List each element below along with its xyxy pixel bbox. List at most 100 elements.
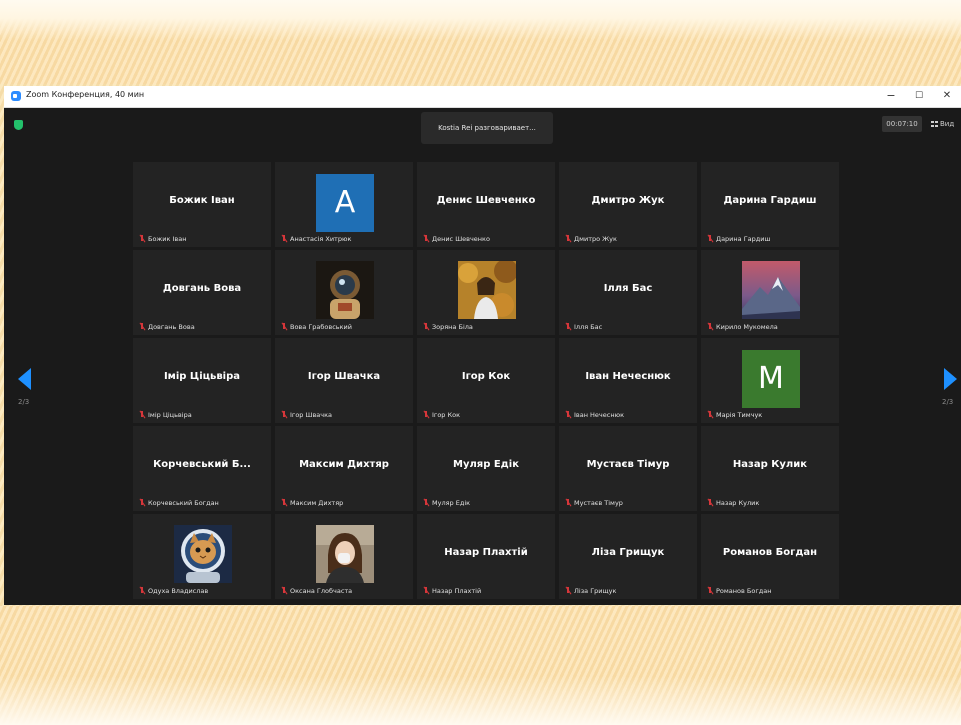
page-indicator-left: 2/3 — [18, 398, 30, 406]
participant-tile[interactable]: Романов Богдан Романов Богдан — [701, 514, 839, 599]
muted-mic-icon — [281, 587, 287, 595]
zoom-window: Zoom Конференция, 40 мин − ☐ ✕ Kostia Re… — [4, 86, 961, 605]
participant-label: Іван Нечеснюк — [565, 410, 624, 420]
muted-mic-icon — [565, 411, 571, 419]
participant-label: Зоряна Біла — [423, 322, 473, 332]
participant-label: Марія Тимчук — [707, 410, 762, 420]
participant-tile[interactable]: Дмитро Жук Дмитро Жук — [559, 162, 697, 247]
participant-tile[interactable]: Ілля Бас Ілля Бас — [559, 250, 697, 335]
minimize-button[interactable]: − — [880, 88, 902, 104]
participant-name-display: Мустаєв Тімур — [586, 459, 670, 470]
participant-name-display: Ігор Швачка — [307, 371, 381, 382]
muted-mic-icon — [139, 587, 145, 595]
participant-label: Мустаєв Тімур — [565, 498, 623, 508]
muted-mic-icon — [565, 587, 571, 595]
participant-tile[interactable]: A Анастасія Хитрюк — [275, 162, 413, 247]
participant-tile[interactable]: Ігор Кок Ігор Кок — [417, 338, 555, 423]
muted-mic-icon — [281, 411, 287, 419]
participant-name-display: Назар Плахтій — [444, 547, 528, 558]
participant-name-display: Денис Шевченко — [436, 195, 536, 206]
participant-label: Божик Іван — [139, 234, 187, 244]
muted-mic-icon — [707, 587, 713, 595]
participant-tile[interactable]: Муляр Едік Муляр Едік — [417, 426, 555, 511]
participant-tile[interactable]: Корчевський Б... Корчевський Богдан — [133, 426, 271, 511]
muted-mic-icon — [139, 411, 145, 419]
participant-label: Дмитро Жук — [565, 234, 617, 244]
autumn-portrait-icon — [458, 261, 516, 319]
participant-name-display: Назар Кулик — [732, 459, 808, 470]
participant-tile[interactable]: Зоряна Біла — [417, 250, 555, 335]
participant-tile[interactable]: Назар Кулик Назар Кулик — [701, 426, 839, 511]
participant-tile[interactable]: M Марія Тимчук — [701, 338, 839, 423]
participant-tile[interactable]: Ліза Грищук Ліза Грищук — [559, 514, 697, 599]
muted-mic-icon — [423, 235, 429, 243]
participant-tile[interactable]: Довгань Вова Довгань Вова — [133, 250, 271, 335]
slide-background-top — [0, 0, 961, 84]
letter-avatar: A — [316, 174, 374, 232]
participant-tile[interactable]: Вова Грабовський — [275, 250, 413, 335]
participant-label: Муляр Едік — [423, 498, 470, 508]
participant-name-display: Ілля Бас — [603, 283, 653, 294]
view-button[interactable]: Вид — [931, 116, 961, 132]
participant-tile[interactable]: Імір Ціцьвіра Імір Ціцьвіра — [133, 338, 271, 423]
muted-mic-icon — [423, 499, 429, 507]
participant-tile[interactable]: Іван Нечеснюк Іван Нечеснюк — [559, 338, 697, 423]
participant-label: Імір Ціцьвіра — [139, 410, 192, 420]
muted-mic-icon — [565, 235, 571, 243]
muted-mic-icon — [281, 235, 287, 243]
participant-name-display: Муляр Едік — [453, 459, 519, 470]
participant-label: Ліза Грищук — [565, 586, 616, 596]
muted-mic-icon — [281, 499, 287, 507]
participant-label: Одуха Владислав — [139, 586, 208, 596]
participant-name-display: Божик Іван — [169, 195, 235, 206]
muted-mic-icon — [565, 499, 571, 507]
participant-name-display: Довгань Вова — [162, 283, 242, 294]
participant-tile[interactable]: Кирило Мукомела — [701, 250, 839, 335]
muted-mic-icon — [423, 411, 429, 419]
astronaut-icon — [316, 261, 374, 319]
muted-mic-icon — [707, 323, 713, 331]
next-page-arrow-icon[interactable] — [944, 368, 957, 390]
participant-tile[interactable]: Денис Шевченко Денис Шевченко — [417, 162, 555, 247]
participant-label: Максим Дихтяр — [281, 498, 343, 508]
muted-mic-icon — [707, 411, 713, 419]
muted-mic-icon — [281, 323, 287, 331]
participant-tile[interactable]: Дарина Гардиш Дарина Гардиш — [701, 162, 839, 247]
prev-page-arrow-icon[interactable] — [18, 368, 31, 390]
page-indicator-right: 2/3 — [942, 398, 954, 406]
participant-label: Денис Шевченко — [423, 234, 490, 244]
participant-label: Назар Плахтій — [423, 586, 481, 596]
participant-name-display: Імір Ціцьвіра — [163, 371, 241, 382]
mountain-icon — [742, 261, 800, 319]
view-button-label: Вид — [940, 120, 955, 128]
participant-label: Дарина Гардиш — [707, 234, 770, 244]
participant-tile[interactable]: Одуха Владислав — [133, 514, 271, 599]
participant-tile[interactable]: Божик Іван Божик Іван — [133, 162, 271, 247]
participant-label: Довгань Вова — [139, 322, 195, 332]
participant-name-display: Максим Дихтяр — [299, 459, 389, 470]
close-button[interactable]: ✕ — [936, 88, 958, 104]
letter-avatar: M — [742, 350, 800, 408]
participant-name-display: Ліза Грищук — [591, 547, 665, 558]
participant-name-display: Романов Богдан — [722, 547, 818, 558]
participant-label: Корчевський Богдан — [139, 498, 219, 508]
muted-mic-icon — [139, 323, 145, 331]
maximize-button[interactable]: ☐ — [908, 88, 930, 104]
cat-astronaut-icon — [174, 525, 232, 583]
muted-mic-icon — [707, 499, 713, 507]
participant-name-display: Корчевський Б... — [153, 459, 251, 470]
participant-label: Ігор Кок — [423, 410, 460, 420]
window-title: Zoom Конференция, 40 мин — [26, 90, 145, 99]
participant-tile[interactable]: Мустаєв Тімур Мустаєв Тімур — [559, 426, 697, 511]
participant-tile[interactable]: Назар Плахтій Назар Плахтій — [417, 514, 555, 599]
participant-name-display: Ігор Кок — [461, 371, 511, 382]
muted-mic-icon — [423, 587, 429, 595]
encryption-shield-icon[interactable] — [14, 120, 23, 130]
participant-tile[interactable]: Ігор Швачка Ігор Швачка — [275, 338, 413, 423]
participant-tile[interactable]: Максим Дихтяр Максим Дихтяр — [275, 426, 413, 511]
muted-mic-icon — [139, 499, 145, 507]
slide-background-bottom — [0, 606, 961, 725]
participant-tile[interactable]: Оксана Глобчаста — [275, 514, 413, 599]
title-bar: Zoom Конференция, 40 мин − ☐ ✕ — [4, 86, 961, 108]
participant-label: Оксана Глобчаста — [281, 586, 352, 596]
